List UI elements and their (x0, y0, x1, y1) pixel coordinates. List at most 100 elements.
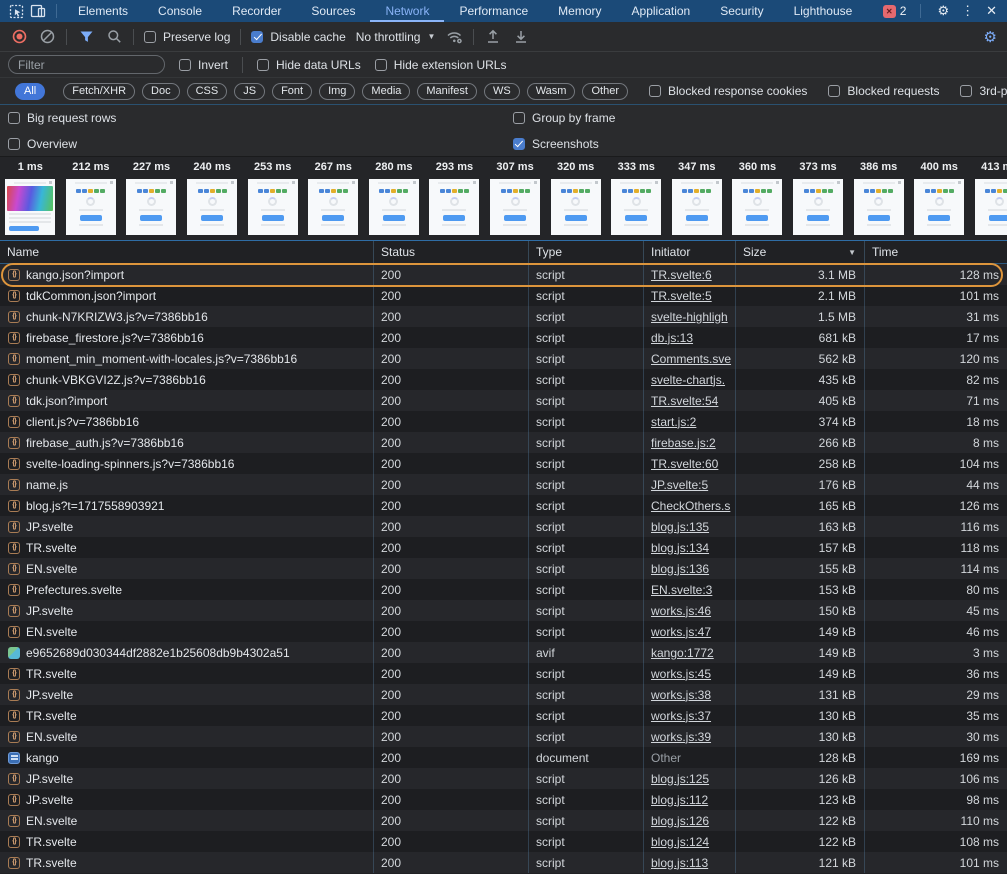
disable-cache-checkbox[interactable]: Disable cache (251, 30, 345, 44)
request-initiator[interactable]: works.js:47 (651, 625, 711, 639)
request-initiator[interactable]: svelte-chartjs. (651, 373, 725, 387)
frame-thumbnail[interactable] (672, 179, 722, 235)
checkbox[interactable] (8, 138, 20, 150)
network-conditions-icon[interactable] (445, 28, 463, 46)
tab-recorder[interactable]: Recorder (217, 0, 296, 22)
request-row[interactable]: JP.svelte200scriptblog.js:112123 kB98 ms (0, 789, 1007, 810)
frame-thumbnail[interactable] (429, 179, 479, 235)
filter-chip-other[interactable]: Other (582, 83, 628, 100)
close-devtools-icon[interactable]: ✕ (984, 0, 999, 22)
request-row[interactable]: JP.svelte200scriptblog.js:135163 kB116 m… (0, 516, 1007, 537)
3rd-party-requests-checkbox[interactable]: 3rd-party requests (960, 84, 1007, 98)
filter-chip-manifest[interactable]: Manifest (417, 83, 477, 100)
request-row[interactable]: client.js?v=7386bb16200scriptstart.js:23… (0, 411, 1007, 432)
frame-thumbnail[interactable] (5, 179, 55, 235)
checkbox[interactable] (251, 31, 263, 43)
hide-extension-urls-checkbox[interactable]: Hide extension URLs (375, 58, 507, 72)
device-toolbar-icon[interactable] (28, 2, 48, 20)
hide-data-urls-checkbox[interactable]: Hide data URLs (257, 58, 361, 72)
checkbox[interactable] (8, 112, 20, 124)
clear-network-log-icon[interactable] (38, 28, 56, 46)
request-row[interactable]: chunk-VBKGVI2Z.js?v=7386bb16200scriptsve… (0, 369, 1007, 390)
checkbox[interactable] (649, 85, 661, 97)
frame-thumbnail[interactable] (187, 179, 237, 235)
request-row[interactable]: firebase_firestore.js?v=7386bb16200scrip… (0, 327, 1007, 348)
request-row[interactable]: kango.json?import200scriptTR.svelte:63.1… (0, 264, 1007, 285)
request-row[interactable]: TR.svelte200scriptblog.js:124122 kB108 m… (0, 831, 1007, 852)
request-initiator[interactable]: JP.svelte:5 (651, 478, 708, 492)
request-row[interactable]: TR.svelte200scriptblog.js:134157 kB118 m… (0, 537, 1007, 558)
frame-thumbnail[interactable] (975, 179, 1007, 235)
request-row[interactable]: Prefectures.svelte200scriptEN.svelte:315… (0, 579, 1007, 600)
frame-thumbnail[interactable] (611, 179, 661, 235)
request-row[interactable]: name.js200scriptJP.svelte:5176 kB44 ms (0, 474, 1007, 495)
request-row[interactable]: JP.svelte200scriptworks.js:38131 kB29 ms (0, 684, 1007, 705)
request-initiator[interactable]: blog.js:125 (651, 772, 709, 786)
request-initiator[interactable]: blog.js:124 (651, 835, 709, 849)
blocked-requests-checkbox[interactable]: Blocked requests (828, 84, 939, 98)
request-row[interactable]: TR.svelte200scriptworks.js:37130 kB35 ms (0, 705, 1007, 726)
settings-gear-icon[interactable]: ⚙ (935, 0, 951, 22)
filter-chip-ws[interactable]: WS (484, 83, 520, 100)
filter-chip-wasm[interactable]: Wasm (527, 83, 576, 100)
filter-input[interactable] (8, 55, 165, 74)
request-row[interactable]: svelte-loading-spinners.js?v=7386bb16200… (0, 453, 1007, 474)
import-har-icon[interactable] (484, 28, 502, 46)
request-initiator[interactable]: blog.js:113 (651, 856, 708, 870)
tab-lighthouse[interactable]: Lighthouse (779, 0, 868, 22)
request-initiator[interactable]: works.js:38 (651, 688, 711, 702)
tab-memory[interactable]: Memory (543, 0, 616, 22)
request-initiator[interactable]: blog.js:134 (651, 541, 709, 555)
request-initiator[interactable]: blog.js:112 (651, 793, 708, 807)
request-initiator[interactable]: svelte-highligh (651, 310, 728, 324)
request-row[interactable]: tdkCommon.json?import200scriptTR.svelte:… (0, 285, 1007, 306)
request-row[interactable]: EN.svelte200scriptblog.js:126122 kB110 m… (0, 810, 1007, 831)
checkbox[interactable] (828, 85, 840, 97)
checkbox[interactable] (257, 59, 269, 71)
checkbox[interactable] (179, 59, 191, 71)
column-header-initiator[interactable]: Initiator (643, 241, 735, 263)
frame-thumbnail[interactable] (551, 179, 601, 235)
tab-sources[interactable]: Sources (296, 0, 370, 22)
filter-chip-img[interactable]: Img (319, 83, 355, 100)
column-header-size[interactable]: Size ▼ (735, 241, 864, 263)
network-settings-gear-icon[interactable]: ⚙ (984, 28, 997, 46)
column-header-status[interactable]: Status (373, 241, 528, 263)
filter-chip-fetch-xhr[interactable]: Fetch/XHR (63, 83, 135, 100)
request-row[interactable]: TR.svelte200scriptblog.js:113121 kB101 m… (0, 852, 1007, 873)
column-header-type[interactable]: Type (528, 241, 643, 263)
invert-checkbox[interactable]: Invert (179, 58, 228, 72)
throttling-select[interactable]: No throttling ▼ (356, 30, 436, 44)
column-header-time[interactable]: Time (864, 241, 1007, 263)
request-initiator[interactable]: works.js:45 (651, 667, 711, 681)
request-row[interactable]: JP.svelte200scriptworks.js:46150 kB45 ms (0, 600, 1007, 621)
request-initiator[interactable]: db.js:13 (651, 331, 693, 345)
screenshots-checkbox[interactable]: Screenshots (513, 137, 999, 151)
request-initiator[interactable]: works.js:46 (651, 604, 711, 618)
filter-chip-doc[interactable]: Doc (142, 83, 180, 100)
request-initiator[interactable]: TR.svelte:54 (651, 394, 718, 408)
export-har-icon[interactable] (512, 28, 530, 46)
filter-chip-media[interactable]: Media (362, 83, 410, 100)
checkbox[interactable] (960, 85, 972, 97)
request-row[interactable]: e9652689d030344df2882e1b25608db9b4302a51… (0, 642, 1007, 663)
record-network-log-icon[interactable] (10, 28, 28, 46)
frame-thumbnail[interactable] (369, 179, 419, 235)
request-row[interactable]: moment_min_moment-with-locales.js?v=7386… (0, 348, 1007, 369)
filter-chip-js[interactable]: JS (234, 83, 265, 100)
tab-security[interactable]: Security (705, 0, 778, 22)
column-header-name[interactable]: Name (0, 241, 373, 263)
request-initiator[interactable]: TR.svelte:5 (651, 289, 712, 303)
request-initiator[interactable]: EN.svelte:3 (651, 583, 712, 597)
issues-badge[interactable]: ✕ 2 (883, 4, 907, 18)
blocked-response-cookies-checkbox[interactable]: Blocked response cookies (649, 84, 807, 98)
request-row[interactable]: chunk-N7KRIZW3.js?v=7386bb16200scriptsve… (0, 306, 1007, 327)
request-initiator[interactable]: TR.svelte:6 (651, 268, 712, 282)
search-icon[interactable] (105, 28, 123, 46)
request-initiator[interactable]: blog.js:135 (651, 520, 709, 534)
frame-thumbnail[interactable] (793, 179, 843, 235)
filter-funnel-icon[interactable] (77, 28, 95, 46)
checkbox[interactable] (375, 59, 387, 71)
request-row[interactable]: firebase_auth.js?v=7386bb16200scriptfire… (0, 432, 1007, 453)
request-row[interactable]: JP.svelte200scriptblog.js:125126 kB106 m… (0, 768, 1007, 789)
